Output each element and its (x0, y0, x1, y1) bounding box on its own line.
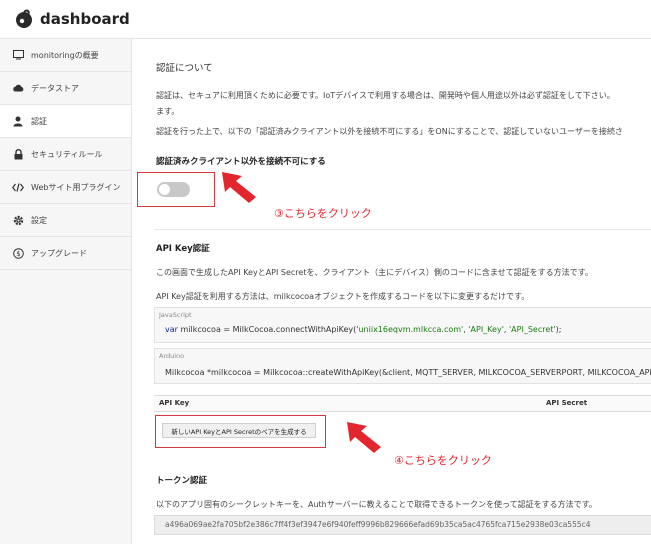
arduino-code: Milkcocoa *milkcocoa = Milkcocoa::create… (165, 368, 651, 377)
apikey-section-title: API Key認証 (156, 244, 210, 254)
token-description: 以下のアプリ固有のシークレットキーを、Authサーバーに教えることで取得できるト… (156, 500, 597, 509)
token-section-title: トークン認証 (156, 476, 208, 486)
code-icon (12, 181, 24, 193)
apikey-description-2: API Key認証を利用する方法は、milkcocoaオブジェクトを作成するコー… (156, 292, 530, 301)
require-auth-toggle[interactable] (157, 182, 190, 197)
sidebar: monitoringの概要 データストア 認証 セキュリティルール Webサイト… (0, 39, 132, 544)
toggle-highlight-box (137, 172, 215, 207)
apikey-table-header: API Key API Secret (154, 395, 651, 412)
auth-description-cont: ます。 (156, 107, 180, 116)
sidebar-item-label: データストア (31, 83, 79, 93)
red-arrow-icon (222, 172, 256, 203)
lock-icon (12, 148, 24, 160)
toggle-label: 認証済みクライアント以外を接続不可にする (156, 157, 326, 167)
sidebar-item-label: monitoringの概要 (31, 50, 99, 60)
sidebar-item-security-rules[interactable]: セキュリティルール (0, 138, 131, 171)
column-header-api-secret: API Secret (546, 399, 588, 407)
milkcocoa-logo-icon (16, 9, 32, 28)
sidebar-item-upgrade[interactable]: $ アップグレード (0, 237, 131, 270)
javascript-code: var milkcocoa = MilkCocoa.connectWithApi… (165, 325, 562, 334)
sidebar-item-label: Webサイト用プラグイン (31, 182, 121, 192)
sidebar-item-web-plugin[interactable]: Webサイト用プラグイン (0, 171, 131, 204)
sidebar-item-label: セキュリティルール (31, 149, 103, 159)
sidebar-item-settings[interactable]: 設定 (0, 204, 131, 237)
main-content: 認証について 認証は、セキュアに利用頂くために必要です。IoTデバイスで利用する… (132, 39, 651, 544)
gear-icon (12, 214, 24, 226)
monitor-icon (12, 49, 24, 61)
step3-annotation: ③こちらをクリック (274, 207, 372, 220)
code-language-tag: Arduino (159, 352, 185, 360)
dollar-icon: $ (12, 247, 24, 259)
column-header-api-key: API Key (159, 399, 190, 407)
generate-highlight-box: 新しいAPI KeyとAPI Secretのペアを生成する (155, 415, 326, 448)
sidebar-item-datastore[interactable]: データストア (0, 72, 131, 105)
svg-text:$: $ (16, 250, 20, 258)
secret-key-value: a496a069ae2fa705bf2e386c7ff4f3ef3947e6f9… (165, 520, 591, 529)
toggle-knob (159, 184, 170, 195)
step4-annotation: ④こちらをクリック (394, 454, 492, 467)
code-language-tag: JavaScript (159, 311, 192, 319)
app-title: dashboard (40, 10, 130, 28)
sidebar-item-label: 設定 (31, 215, 47, 225)
auth-description-2: 認証を行った上で、以下の「認証済みクライアント以外を接続不可にする」をONにする… (156, 127, 623, 136)
top-bar: dashboard (0, 0, 651, 39)
javascript-code-block: JavaScript var milkcocoa = MilkCocoa.con… (154, 307, 651, 343)
divider (154, 229, 651, 230)
generate-api-key-button[interactable]: 新しいAPI KeyとAPI Secretのペアを生成する (162, 423, 316, 438)
arduino-code-block: Arduino Milkcocoa *milkcocoa = Milkcocoa… (154, 348, 651, 384)
user-icon (12, 115, 24, 127)
auth-section-title: 認証について (156, 63, 213, 74)
cloud-icon (12, 82, 24, 94)
red-arrow-icon (347, 422, 381, 453)
apikey-description: この画面で生成したAPI KeyとAPI Secretを、クライアント（主にデバ… (156, 268, 593, 277)
sidebar-item-auth[interactable]: 認証 (0, 105, 131, 138)
sidebar-item-label: 認証 (31, 116, 47, 126)
sidebar-item-label: アップグレード (31, 248, 87, 258)
sidebar-item-monitoring[interactable]: monitoringの概要 (0, 39, 131, 72)
auth-description: 認証は、セキュアに利用頂くために必要です。IoTデバイスで利用する場合は、開発時… (156, 91, 615, 100)
secret-key-field[interactable]: a496a069ae2fa705bf2e386c7ff4f3ef3947e6f9… (154, 515, 651, 535)
